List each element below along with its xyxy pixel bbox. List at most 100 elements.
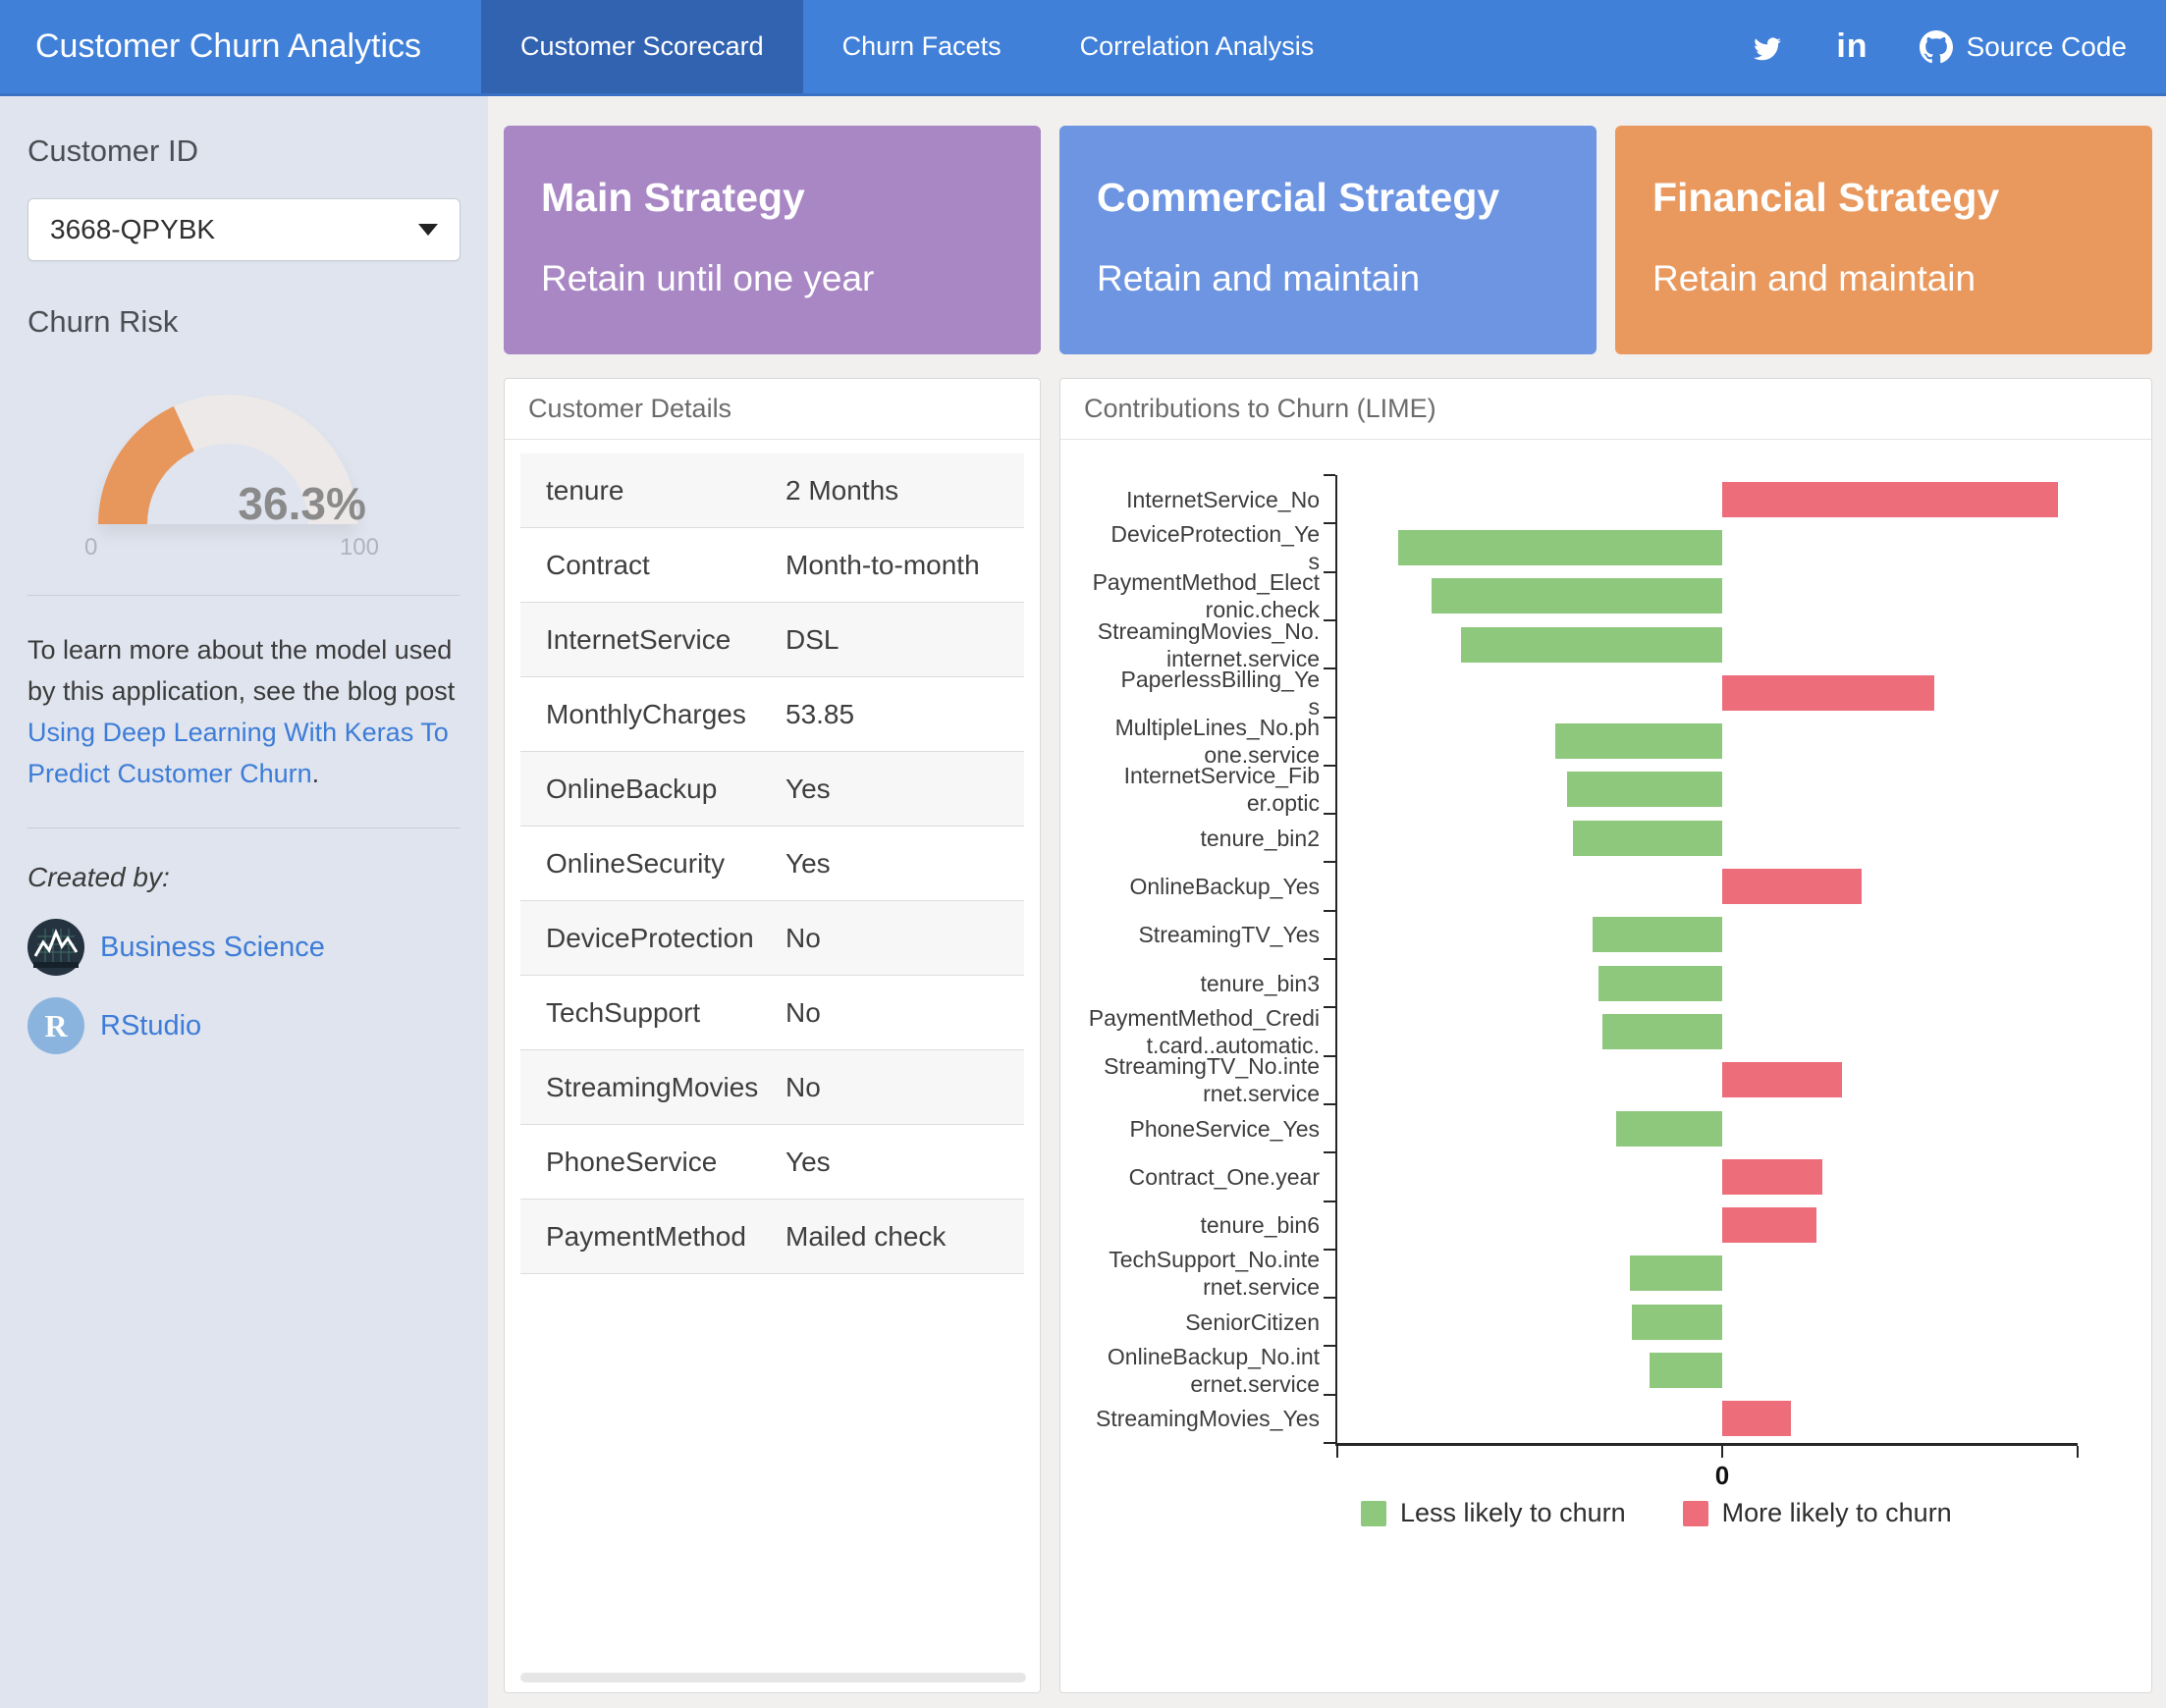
customer-details-table: tenure2 Months ContractMonth-to-monthInte… xyxy=(520,454,1024,1274)
lime-bar xyxy=(1650,1353,1722,1388)
lime-bar xyxy=(1461,627,1722,663)
lime-row: tenure_bin2 xyxy=(1337,814,2078,862)
row-value: Mailed check xyxy=(785,1221,1024,1253)
y-axis-tick xyxy=(1324,1201,1335,1202)
strategy-title: Commercial Strategy xyxy=(1097,175,1597,221)
rstudio-link[interactable]: RStudio xyxy=(100,1010,201,1042)
row-value: Yes xyxy=(785,848,1024,880)
category-label: InternetService_No xyxy=(1053,486,1320,513)
y-axis-tick xyxy=(1324,1006,1335,1008)
row-value: DSL xyxy=(785,624,1024,656)
lime-row: PaymentMethod_Credit.card..automatic. xyxy=(1337,1007,2078,1055)
gauge-value: 36.3% xyxy=(238,477,365,530)
y-axis-tick xyxy=(1324,474,1335,476)
table-row: StreamingMoviesNo xyxy=(520,1050,1024,1125)
lime-bar xyxy=(1722,1062,1842,1097)
lime-row: StreamingTV_Yes xyxy=(1337,911,2078,959)
sidebar-divider xyxy=(27,595,460,596)
y-axis-tick xyxy=(1324,717,1335,719)
lime-bar xyxy=(1722,482,2058,517)
row-value: 2 Months xyxy=(785,475,1024,507)
row-value: Month-to-month xyxy=(785,550,1024,581)
horizontal-scrollbar[interactable] xyxy=(520,1673,1026,1682)
tab-churn-facets[interactable]: Churn Facets xyxy=(803,0,1041,93)
table-row: TechSupportNo xyxy=(520,976,1024,1050)
lime-row: PhoneService_Yes xyxy=(1337,1104,2078,1152)
y-axis-tick xyxy=(1324,1249,1335,1251)
linkedin-icon[interactable]: in xyxy=(1836,27,1868,66)
legend-label: More likely to churn xyxy=(1722,1498,1952,1528)
y-axis-tick xyxy=(1324,1345,1335,1347)
row-key: PaymentMethod xyxy=(520,1221,785,1253)
churn-risk-label: Churn Risk xyxy=(27,304,460,340)
table-row: InternetServiceDSL xyxy=(520,603,1024,677)
y-axis-tick xyxy=(1324,1297,1335,1299)
category-label: StreamingMovies_Yes xyxy=(1053,1405,1320,1432)
chevron-down-icon xyxy=(418,224,438,236)
lime-row: PaymentMethod_Electronic.check xyxy=(1337,572,2078,620)
github-icon xyxy=(1920,30,1953,64)
rstudio-logo-icon: R xyxy=(27,997,84,1054)
y-axis-tick xyxy=(1324,1103,1335,1105)
row-value: No xyxy=(785,997,1024,1029)
source-code-link[interactable]: Source Code xyxy=(1920,30,2127,64)
lime-row: TechSupport_No.internet.service xyxy=(1337,1250,2078,1298)
chart-legend: Less likely to churn More likely to churn xyxy=(1361,1498,1952,1528)
lime-bar xyxy=(1632,1305,1722,1340)
lime-row: Contract_One.year xyxy=(1337,1152,2078,1201)
category-label: Contract_One.year xyxy=(1053,1163,1320,1191)
category-label: DeviceProtection_Yes xyxy=(1053,520,1320,575)
legend-item[interactable]: More likely to churn xyxy=(1683,1498,1952,1528)
y-axis-tick xyxy=(1324,765,1335,767)
legend-item[interactable]: Less likely to churn xyxy=(1361,1498,1626,1528)
y-axis-tick xyxy=(1324,910,1335,912)
lime-bar xyxy=(1616,1111,1722,1147)
table-row: ContractMonth-to-month xyxy=(520,528,1024,603)
y-axis-tick xyxy=(1324,619,1335,621)
table-row: OnlineSecurityYes xyxy=(520,827,1024,901)
y-axis-tick xyxy=(1324,1151,1335,1153)
lime-row: OnlineBackup_Yes xyxy=(1337,862,2078,910)
row-key: DeviceProtection xyxy=(520,923,785,954)
tab-customer-scorecard[interactable]: Customer Scorecard xyxy=(481,0,803,93)
customer-id-select[interactable]: 3668-QPYBK xyxy=(27,198,460,261)
category-label: StreamingTV_Yes xyxy=(1053,921,1320,948)
customer-details-panel: Customer Details tenure2 MonthsContractM… xyxy=(504,378,1041,1693)
category-label: tenure_bin6 xyxy=(1053,1211,1320,1239)
lime-bar xyxy=(1598,966,1722,1001)
lime-row: DeviceProtection_Yes xyxy=(1337,523,2078,571)
business-science-link[interactable]: Business Science xyxy=(100,932,325,964)
gauge-minmax: 0 100 xyxy=(84,534,379,561)
created-by-label: Created by: xyxy=(27,862,460,893)
sidebar-divider xyxy=(27,827,460,828)
category-label: SeniorCitizen xyxy=(1053,1308,1320,1336)
row-key: tenure xyxy=(520,475,785,507)
financial-strategy-box: Financial Strategy Retain and maintain xyxy=(1615,126,2152,354)
gauge-min-label: 0 xyxy=(84,534,97,561)
blog-post-link[interactable]: Using Deep Learning With Keras To Predic… xyxy=(27,718,449,788)
source-code-label: Source Code xyxy=(1967,31,2127,63)
y-axis-tick xyxy=(1324,861,1335,863)
category-label: PhoneService_Yes xyxy=(1053,1115,1320,1143)
lime-bar xyxy=(1602,1014,1722,1049)
category-label: OnlineBackup_No.internet.service xyxy=(1053,1343,1320,1398)
table-row: DeviceProtectionNo xyxy=(520,901,1024,976)
tab-correlation-analysis[interactable]: Correlation Analysis xyxy=(1041,0,1354,93)
lime-bar xyxy=(1432,578,1722,614)
y-axis-tick xyxy=(1324,813,1335,815)
y-axis-tick xyxy=(1324,1394,1335,1396)
row-key: MonthlyCharges xyxy=(520,699,785,730)
customer-id-label: Customer ID xyxy=(27,133,460,169)
category-label: OnlineBackup_Yes xyxy=(1053,873,1320,900)
lime-chart-title: Contributions to Churn (LIME) xyxy=(1060,379,2151,440)
strategy-title: Financial Strategy xyxy=(1652,175,2152,221)
lime-bar xyxy=(1567,772,1722,807)
churn-risk-gauge: 36.3% xyxy=(98,395,357,524)
twitter-icon[interactable] xyxy=(1750,31,1785,63)
nav-tabs: Customer Scorecard Churn Facets Correlat… xyxy=(481,0,1353,93)
y-axis-tick xyxy=(1324,1442,1335,1444)
row-key: StreamingMovies xyxy=(520,1072,785,1103)
table-row: PhoneServiceYes xyxy=(520,1125,1024,1200)
about-text: To learn more about the model used by th… xyxy=(27,629,460,794)
legend-swatch xyxy=(1683,1501,1708,1526)
